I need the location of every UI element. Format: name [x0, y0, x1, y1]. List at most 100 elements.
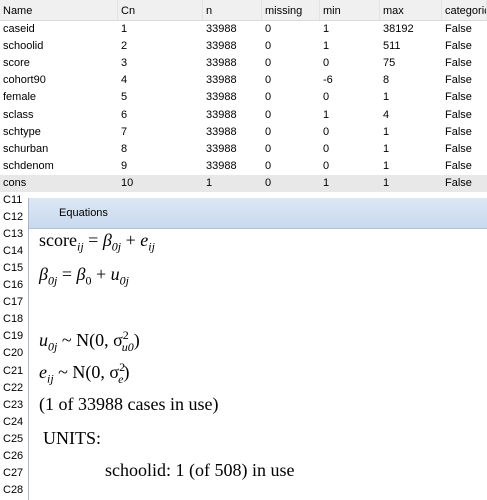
empty-column-label[interactable]: C18: [0, 311, 30, 328]
cell-max[interactable]: 511: [380, 38, 442, 55]
cell-missing[interactable]: 0: [262, 158, 320, 175]
cell-max[interactable]: 1: [380, 175, 442, 192]
empty-column-label[interactable]: C22: [0, 380, 30, 397]
table-row[interactable]: schdenom 9 33988 0 0 1 False: [0, 158, 487, 175]
equations-window[interactable]: Equations scoreij = β0j + eij β0j = β0 +…: [28, 198, 487, 500]
cell-categoric[interactable]: False: [442, 141, 487, 158]
cell-categoric[interactable]: False: [442, 124, 487, 141]
table-row[interactable]: sclass 6 33988 0 1 4 False: [0, 107, 487, 124]
cell-missing[interactable]: 0: [262, 72, 320, 89]
cell-cn[interactable]: 7: [118, 124, 203, 141]
equation-score[interactable]: scoreij = β0j + eij: [39, 230, 155, 255]
cell-n[interactable]: 33988: [203, 158, 262, 175]
cell-n[interactable]: 33988: [203, 38, 262, 55]
cell-n[interactable]: 33988: [203, 124, 262, 141]
cell-missing[interactable]: 0: [262, 175, 320, 192]
column-header-min[interactable]: min: [320, 0, 380, 20]
empty-column-label[interactable]: C12: [0, 209, 30, 226]
cell-missing[interactable]: 0: [262, 124, 320, 141]
equations-titlebar[interactable]: Equations: [29, 198, 487, 229]
cell-categoric[interactable]: False: [442, 158, 487, 175]
cell-name[interactable]: score: [0, 55, 118, 72]
cell-cn[interactable]: 4: [118, 72, 203, 89]
table-row[interactable]: caseid 1 33988 0 1 38192 False: [0, 21, 487, 38]
column-header-name[interactable]: Name: [0, 0, 118, 20]
empty-column-label[interactable]: C23: [0, 397, 30, 414]
cell-name[interactable]: schoolid: [0, 38, 118, 55]
empty-column-label[interactable]: C25: [0, 431, 30, 448]
empty-column-label[interactable]: C17: [0, 294, 30, 311]
equation-u0j-distribution[interactable]: u0j ~ N(0, σ2u0): [39, 328, 140, 355]
cell-max[interactable]: 1: [380, 124, 442, 141]
cell-min[interactable]: 1: [320, 21, 380, 38]
empty-column-label[interactable]: C26: [0, 448, 30, 465]
equation-eij-distribution[interactable]: eij ~ N(0, σ2e): [39, 360, 129, 387]
cell-name[interactable]: female: [0, 89, 118, 106]
cell-max[interactable]: 75: [380, 55, 442, 72]
cell-min[interactable]: 1: [320, 175, 380, 192]
cell-categoric[interactable]: False: [442, 175, 487, 192]
empty-column-label[interactable]: C16: [0, 277, 30, 294]
cell-name[interactable]: cohort90: [0, 72, 118, 89]
empty-column-label[interactable]: C13: [0, 226, 30, 243]
cell-min[interactable]: 0: [320, 141, 380, 158]
cell-cn[interactable]: 6: [118, 107, 203, 124]
empty-column-label[interactable]: C11: [0, 192, 30, 209]
cell-name[interactable]: cons: [0, 175, 118, 192]
empty-column-label[interactable]: C15: [0, 260, 30, 277]
table-row[interactable]: schurban 8 33988 0 0 1 False: [0, 141, 487, 158]
column-header-n[interactable]: n: [203, 0, 262, 20]
cell-min[interactable]: -6: [320, 72, 380, 89]
table-row[interactable]: schoolid 2 33988 0 1 511 False: [0, 38, 487, 55]
cell-cn[interactable]: 8: [118, 141, 203, 158]
cell-missing[interactable]: 0: [262, 141, 320, 158]
cell-n[interactable]: 33988: [203, 55, 262, 72]
cell-cn[interactable]: 3: [118, 55, 203, 72]
table-row[interactable]: score 3 33988 0 0 75 False: [0, 55, 487, 72]
cell-cn[interactable]: 5: [118, 89, 203, 106]
cell-missing[interactable]: 0: [262, 89, 320, 106]
cell-name[interactable]: caseid: [0, 21, 118, 38]
equation-beta0j[interactable]: β0j = β0 + u0j: [39, 264, 129, 289]
cell-n[interactable]: 33988: [203, 107, 262, 124]
column-header-categoric[interactable]: categoric: [442, 0, 487, 20]
cell-name[interactable]: schdenom: [0, 158, 118, 175]
cell-cn[interactable]: 9: [118, 158, 203, 175]
cell-min[interactable]: 0: [320, 55, 380, 72]
empty-column-label[interactable]: C27: [0, 465, 30, 482]
cell-n[interactable]: 1: [203, 175, 262, 192]
empty-column-label[interactable]: C19: [0, 328, 30, 345]
table-row[interactable]: cons 10 1 0 1 1 False: [0, 174, 487, 192]
cell-n[interactable]: 33988: [203, 89, 262, 106]
cell-n[interactable]: 33988: [203, 141, 262, 158]
cell-categoric[interactable]: False: [442, 107, 487, 124]
cell-max[interactable]: 1: [380, 158, 442, 175]
cell-categoric[interactable]: False: [442, 21, 487, 38]
column-header-max[interactable]: max: [380, 0, 442, 20]
cell-missing[interactable]: 0: [262, 21, 320, 38]
cell-min[interactable]: 0: [320, 158, 380, 175]
cell-name[interactable]: sclass: [0, 107, 118, 124]
cell-min[interactable]: 0: [320, 124, 380, 141]
cell-name[interactable]: schtype: [0, 124, 118, 141]
cell-categoric[interactable]: False: [442, 89, 487, 106]
cell-missing[interactable]: 0: [262, 107, 320, 124]
cell-categoric[interactable]: False: [442, 72, 487, 89]
table-row[interactable]: cohort90 4 33988 0 -6 8 False: [0, 72, 487, 89]
empty-column-label[interactable]: C28: [0, 482, 30, 499]
cell-max[interactable]: 38192: [380, 21, 442, 38]
cell-min[interactable]: 0: [320, 89, 380, 106]
cell-min[interactable]: 1: [320, 107, 380, 124]
empty-column-label[interactable]: C20: [0, 345, 30, 362]
empty-column-label[interactable]: C14: [0, 243, 30, 260]
cell-categoric[interactable]: False: [442, 38, 487, 55]
cell-cn[interactable]: 2: [118, 38, 203, 55]
column-header-missing[interactable]: missing: [262, 0, 320, 20]
cell-name[interactable]: schurban: [0, 141, 118, 158]
column-header-cn[interactable]: Cn: [118, 0, 203, 20]
cell-max[interactable]: 1: [380, 89, 442, 106]
cell-cn[interactable]: 10: [118, 175, 203, 192]
cell-min[interactable]: 1: [320, 38, 380, 55]
empty-column-label[interactable]: C21: [0, 363, 30, 380]
cell-n[interactable]: 33988: [203, 72, 262, 89]
